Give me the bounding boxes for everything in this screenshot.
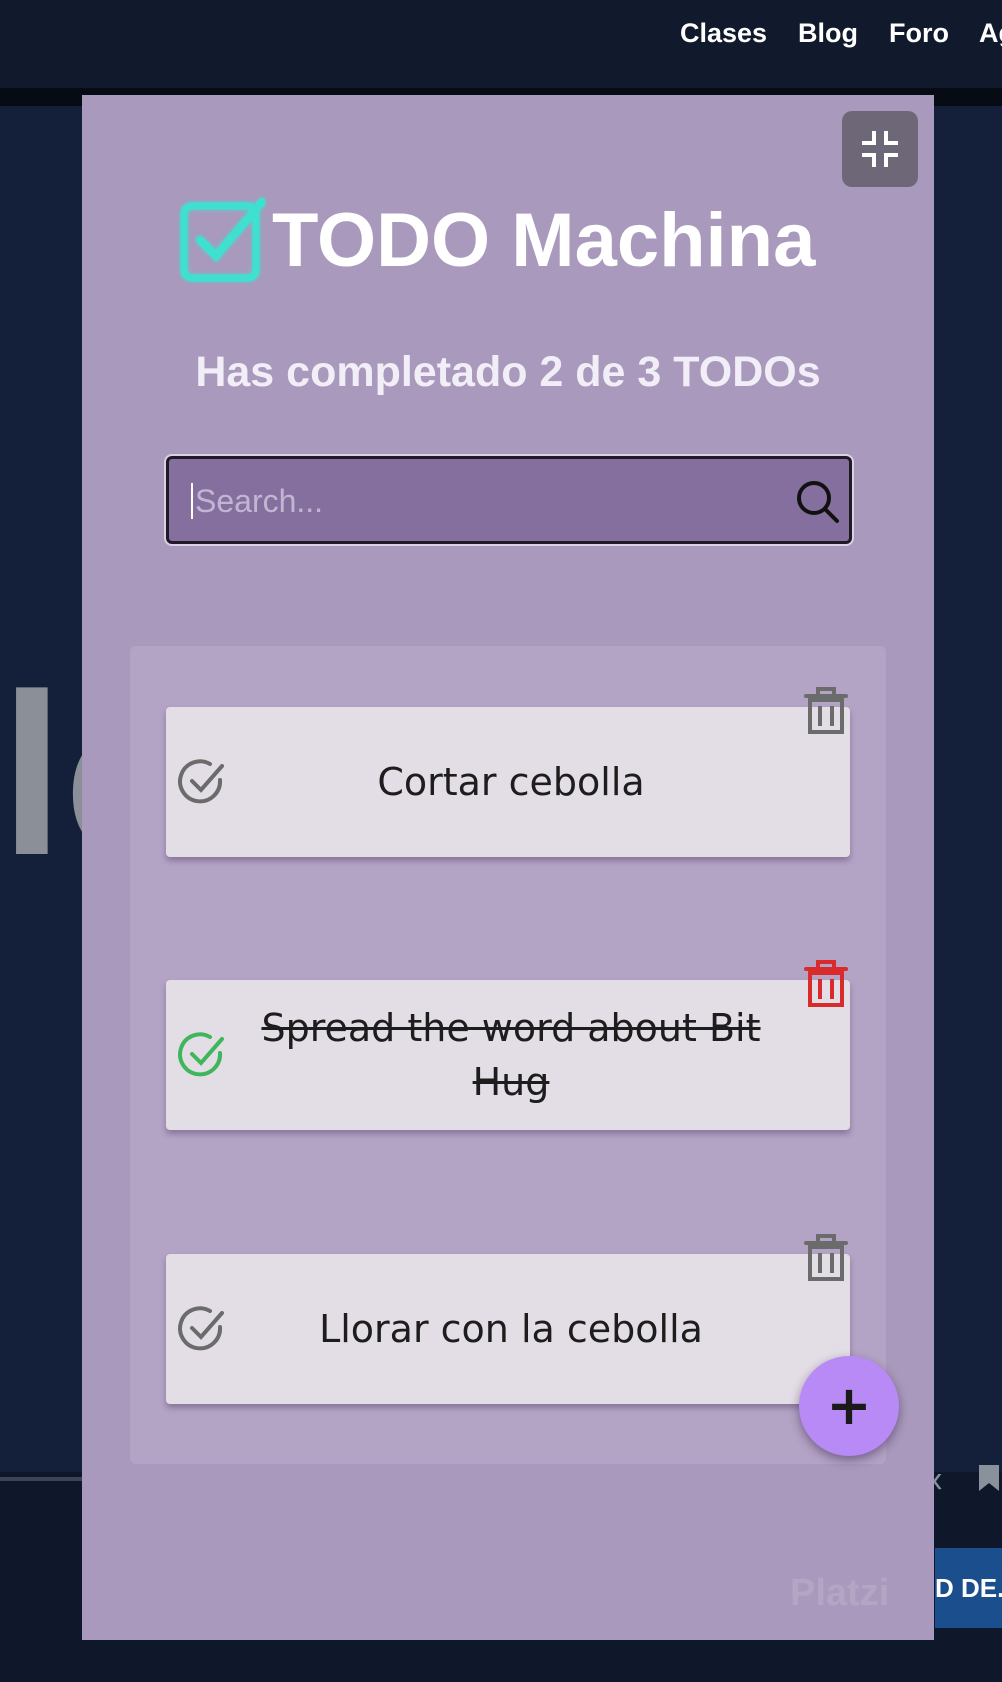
- nav-link-blog[interactable]: Blog: [798, 18, 858, 49]
- search-box: [166, 456, 852, 544]
- trash-icon[interactable]: [804, 1233, 848, 1283]
- todo-text: Spread the word about Bit Hug: [261, 1006, 761, 1104]
- collapse-arrows-icon: [862, 131, 898, 167]
- platzi-watermark: Platzi: [790, 1572, 890, 1614]
- todo-item: Llorar con la cebolla: [166, 1234, 850, 1404]
- collapse-button[interactable]: [842, 111, 918, 187]
- top-navbar: Clases Blog Foro Ag: [0, 0, 1002, 88]
- text-caret: [191, 483, 193, 519]
- todo-counter: Has completado 2 de 3 TODOs: [195, 348, 821, 396]
- plus-icon: +: [826, 1374, 872, 1437]
- app-title: TODO Machina: [272, 198, 816, 283]
- background-cta-button[interactable]: D DE...: [935, 1548, 1002, 1628]
- check-circle-icon[interactable]: [176, 1029, 228, 1081]
- search-icon[interactable]: [793, 477, 841, 525]
- todo-text: Cortar cebolla: [377, 760, 645, 804]
- add-todo-button[interactable]: +: [799, 1356, 899, 1456]
- todo-text: Llorar con la cebolla: [319, 1307, 703, 1351]
- trash-icon[interactable]: [804, 959, 848, 1009]
- checkbox-icon: [180, 198, 266, 282]
- todo-item: Cortar cebolla: [166, 687, 850, 857]
- background-progress-line: [0, 1477, 90, 1481]
- bookmark-icon[interactable]: [978, 1464, 1000, 1492]
- nav-link-foro[interactable]: Foro: [889, 18, 949, 49]
- todo-item: Spread the word about Bit Hug: [166, 960, 850, 1130]
- check-circle-icon[interactable]: [176, 756, 228, 808]
- nav-link-clases[interactable]: Clases: [680, 18, 767, 49]
- trash-icon[interactable]: [804, 686, 848, 736]
- check-circle-icon[interactable]: [176, 1303, 228, 1355]
- nav-link-ag[interactable]: Ag: [979, 18, 1002, 49]
- search-input[interactable]: [193, 459, 757, 543]
